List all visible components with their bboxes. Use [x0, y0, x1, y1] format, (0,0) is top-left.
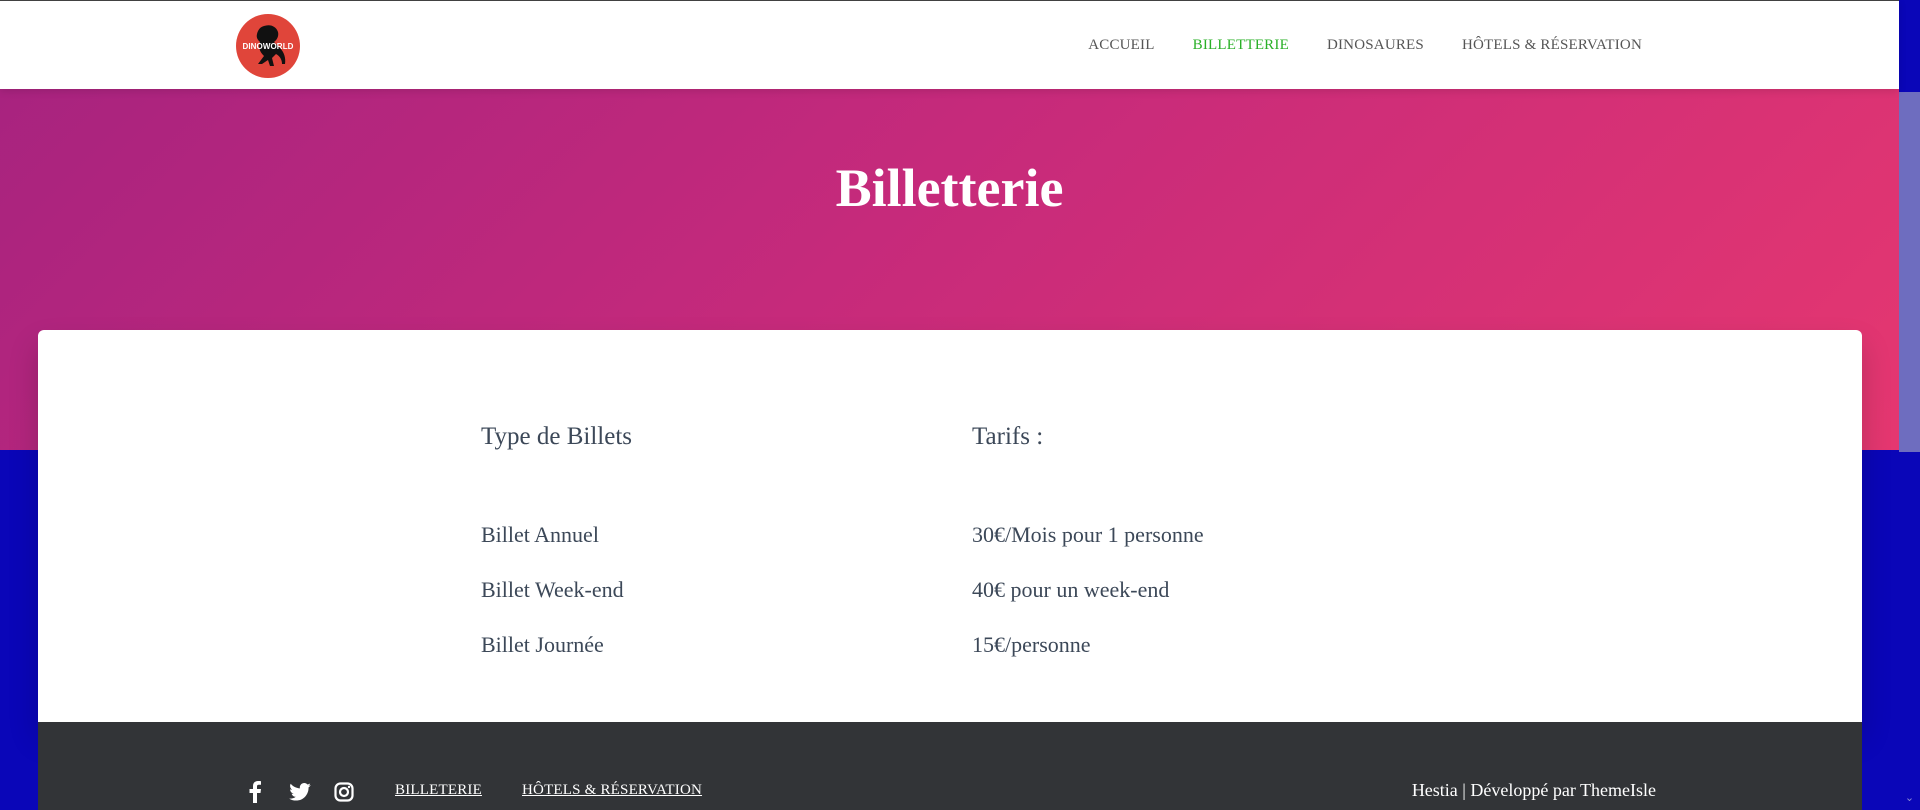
footer-credit: Hestia | Développé par ThemeIsle	[1412, 780, 1656, 801]
instagram-icon[interactable]	[330, 778, 358, 806]
credit-separator: |	[1457, 780, 1471, 800]
header-tarifs: Tarifs :	[972, 423, 1044, 450]
footer-link-hotels-reservation[interactable]: HÔTELS & RÉSERVATION	[522, 782, 702, 799]
ticket-price-annuel: 30€/Mois pour 1 personne	[972, 522, 1204, 547]
main-nav: ACCUEIL BILLETTERIE DINOSAURES HÔTELS & …	[1088, 1, 1642, 89]
twitter-icon[interactable]	[286, 778, 314, 806]
nav-item-billetterie[interactable]: BILLETTERIE	[1193, 37, 1289, 54]
page-title: Billetterie	[835, 158, 1064, 218]
ticket-price-weekend: 40€ pour un week-end	[972, 577, 1170, 602]
nav-item-hotels-reservation[interactable]: HÔTELS & RÉSERVATION	[1462, 37, 1642, 54]
nav-item-accueil[interactable]: ACCUEIL	[1088, 37, 1154, 54]
facebook-icon[interactable]	[241, 778, 269, 806]
footer-link-billeterie[interactable]: BILLETERIE	[395, 782, 482, 799]
content-card: Type de Billets Tarifs : Billet Annuel 3…	[38, 330, 1862, 722]
dinoworld-logo[interactable]: DINOWORLD	[236, 14, 300, 78]
ticket-price-journee: 15€/personne	[972, 632, 1091, 657]
ticket-type-journee: Billet Journée	[481, 632, 604, 657]
logo-text: DINOWORLD	[242, 41, 294, 51]
ticket-type-annuel: Billet Annuel	[481, 522, 599, 547]
ticket-type-weekend: Billet Week-end	[481, 577, 624, 602]
navbar: DINOWORLD ACCUEIL BILLETTERIE DINOSAURES…	[0, 1, 1899, 89]
header-type-billets: Type de Billets	[481, 423, 633, 450]
scrollbar-thumb[interactable]	[1899, 92, 1920, 452]
credit-brand[interactable]: Hestia	[1412, 780, 1458, 800]
nav-item-dinosaures[interactable]: DINOSAURES	[1327, 37, 1424, 54]
credit-text[interactable]: Développé par ThemeIsle	[1470, 780, 1656, 800]
scroll-down-icon[interactable]: ⌄	[1899, 786, 1920, 808]
footer: BILLETERIE HÔTELS & RÉSERVATION Hestia |…	[38, 722, 1862, 810]
